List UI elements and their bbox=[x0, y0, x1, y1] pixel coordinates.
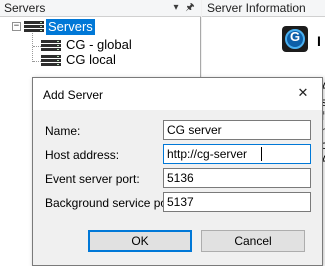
server-info-header: Server Information bbox=[202, 0, 325, 17]
info-heading: I bbox=[317, 33, 321, 49]
tree-item-server[interactable]: CG - global bbox=[66, 37, 132, 53]
cancel-button[interactable]: Cancel bbox=[201, 230, 305, 252]
server-info-title: Server Information bbox=[207, 1, 306, 15]
app-logo-icon: G bbox=[282, 26, 308, 52]
background-port-field[interactable] bbox=[163, 192, 311, 212]
pane-dropdown-icon[interactable]: ▾ bbox=[170, 1, 182, 15]
tree-connector bbox=[32, 33, 33, 62]
name-label: Name: bbox=[45, 124, 81, 138]
collapse-icon[interactable]: − bbox=[12, 22, 21, 31]
pin-icon[interactable]: 🖈 bbox=[184, 1, 196, 15]
dialog-title: Add Server bbox=[43, 88, 104, 102]
host-address-label: Host address: bbox=[45, 148, 120, 162]
text-caret bbox=[261, 147, 262, 161]
server-group-icon bbox=[24, 21, 44, 33]
name-field[interactable] bbox=[163, 120, 311, 140]
event-port-label: Event server port: bbox=[45, 172, 140, 186]
dialog-titlebar[interactable]: Add Server ✕ bbox=[33, 78, 322, 110]
close-icon[interactable]: ✕ bbox=[291, 84, 315, 104]
server-icon bbox=[41, 55, 61, 67]
event-port-field[interactable] bbox=[163, 168, 311, 188]
servers-pane-title: Servers bbox=[4, 1, 46, 15]
ok-button[interactable]: OK bbox=[88, 230, 192, 252]
app-logo-letter: G bbox=[289, 29, 301, 44]
server-icon bbox=[41, 40, 61, 52]
add-server-dialog: Add Server ✕ Name: Host address: Event s… bbox=[32, 77, 323, 266]
tree-item-server[interactable]: CG local bbox=[66, 52, 116, 68]
host-address-field[interactable] bbox=[163, 144, 311, 164]
background-port-label: Background service port: bbox=[45, 196, 178, 210]
servers-pane-header: Servers ▾ 🖈 bbox=[0, 0, 201, 17]
tree-root-servers[interactable]: Servers bbox=[46, 19, 95, 35]
